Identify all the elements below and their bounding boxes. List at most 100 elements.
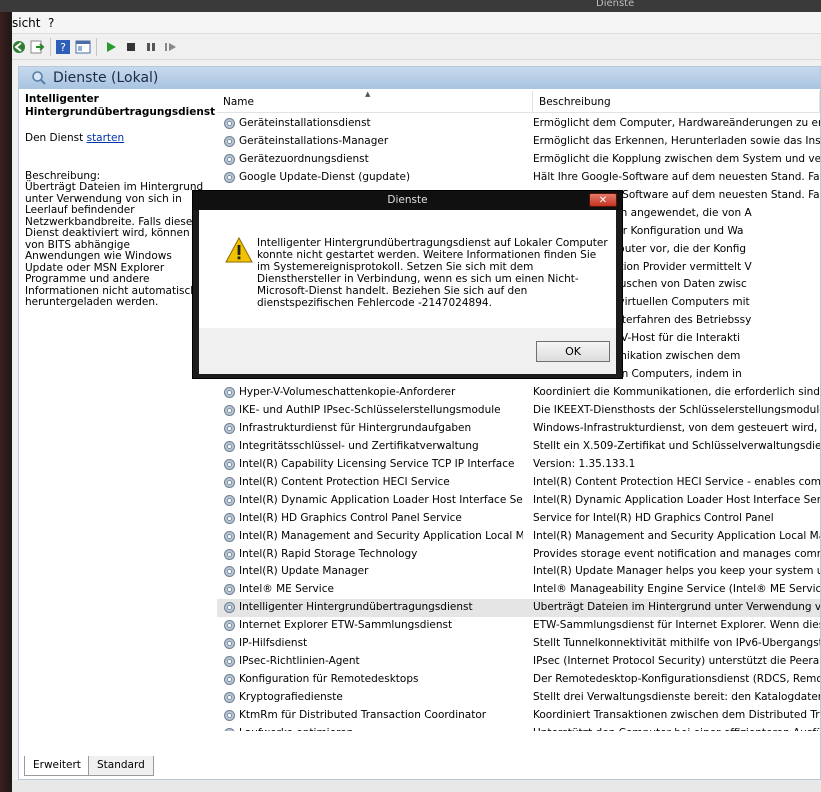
table-row[interactable]: Intel(R) Dynamic Application Loader Host… <box>217 492 820 510</box>
close-icon[interactable]: ✕ <box>589 193 617 207</box>
stop-service-icon[interactable] <box>122 38 140 56</box>
dialog-body: Intelligenter Hintergrundübertragungsdie… <box>199 210 616 328</box>
table-row[interactable]: IPsec-Richtlinien-Agent IPsec (Internet P… <box>217 653 820 671</box>
service-name-cell: KtmRm für Distributed Transaction Coordi… <box>239 708 487 721</box>
service-gear-icon <box>223 494 236 507</box>
properties-icon[interactable] <box>74 38 92 56</box>
service-description-cell: Koordiniert die Kommunikationen, die erf… <box>533 386 820 399</box>
service-name-cell: Intel(R) Rapid Storage Technology <box>239 547 418 560</box>
warning-icon <box>225 236 255 265</box>
ok-button[interactable]: OK <box>536 341 610 362</box>
error-dialog: Dienste ✕ Intelligenter Hintergrundübert… <box>192 190 623 379</box>
service-name-cell: Kryptografiedienste <box>239 691 343 703</box>
service-name-cell: Intel® ME Service <box>239 583 334 596</box>
export-list-icon[interactable] <box>28 38 46 56</box>
dialog-footer: OK <box>199 328 616 374</box>
start-service-icon[interactable] <box>102 38 120 56</box>
service-description-cell: Intel(R) Content Protection HECI Service… <box>533 475 820 488</box>
back-icon[interactable] <box>10 38 28 56</box>
table-row[interactable]: Intelligenter Hintergrundübertragungsdie… <box>217 599 820 618</box>
service-name-cell: Laufwerke optimieren <box>239 727 523 731</box>
service-gear-icon <box>223 476 236 489</box>
restart-service-icon[interactable] <box>162 38 180 56</box>
table-row[interactable]: Geräteinstallationsdienst Ermöglicht dem … <box>217 115 820 133</box>
service-gear-icon <box>223 601 236 614</box>
service-name-cell: Gerätezuordnungsdienst <box>239 152 369 165</box>
table-row[interactable]: Integritätsschlüssel- und Zertifikatverw… <box>217 438 820 456</box>
service-description-cell: Stellt drei Verwaltungsdienste bereit: d… <box>533 691 820 703</box>
service-description-cell: Intel(R) Management and Security Applica… <box>533 529 820 542</box>
start-service-link[interactable]: starten <box>87 132 125 144</box>
table-row[interactable]: Geräteinstallations-Manager Ermöglicht da… <box>217 133 820 151</box>
start-service-line: Den Dienst starten <box>25 132 205 144</box>
service-name-cell: IKE- und AuthIP IPsec-Schlüsselerstellun… <box>239 404 501 416</box>
search-icon <box>31 70 47 86</box>
table-row[interactable]: Infrastrukturdienst für Hintergrundaufga… <box>217 420 820 438</box>
table-row[interactable]: Laufwerke optimieren Unterstützt den Comp… <box>217 725 820 731</box>
table-row[interactable]: Konfiguration für Remotedesktops Der Remo… <box>217 671 820 689</box>
table-row[interactable]: Intel(R) Update Manager Intel(R) Update M… <box>217 563 820 581</box>
help-icon[interactable]: ? <box>54 38 72 56</box>
table-row[interactable]: Google Update-Dienst (gupdate) Hält Ihre … <box>217 169 820 187</box>
service-name-cell: Google Update-Dienst (gupdate) <box>239 170 411 183</box>
service-description-cell: IPsec (Internet Protocol Security) unter… <box>533 655 820 668</box>
service-description-cell: Version: 1.35.133.1 <box>533 457 636 470</box>
services-list: ▲ Name Beschreibung Geräteinstallationsd… <box>217 91 820 731</box>
service-description-cell: Intel® Manageability Engine Service (Int… <box>533 583 820 596</box>
services-panel: Dienste (Lokal) Intelligenter Hintergrun… <box>18 66 821 780</box>
menu-ansicht[interactable]: sicht <box>12 16 41 30</box>
table-row[interactable]: IKE- und AuthIP IPsec-Schlüsselerstellun… <box>217 402 820 420</box>
table-row[interactable]: Intel® ME Service Intel® Manageability En… <box>217 581 820 599</box>
service-gear-icon <box>223 386 236 399</box>
service-gear-icon <box>223 691 236 704</box>
table-row[interactable]: Intel(R) Capability Licensing Service TC… <box>217 456 820 474</box>
pause-service-icon[interactable] <box>142 38 160 56</box>
background-window-caption: Dienste <box>596 0 635 9</box>
table-row[interactable]: IP-Hilfsdienst Stellt Tunnelkonnektivität… <box>217 635 820 653</box>
dialog-message: Intelligenter Hintergrundübertragungsdie… <box>257 237 608 309</box>
service-gear-icon <box>223 458 236 471</box>
service-name-cell: Hyper-V-Volumeschattenkopie-Anforderer <box>239 386 456 399</box>
description-pane: Intelligenter Hintergrundübertragungsdie… <box>25 93 216 733</box>
service-description-cell: Unterstützt den Computer bei einer effiz… <box>533 727 820 731</box>
service-gear-icon <box>223 171 236 184</box>
table-row[interactable]: Intel(R) Rapid Storage Technology Provide… <box>217 546 820 564</box>
service-description-cell: Hält Ihre Google-Software auf dem neuest… <box>533 170 820 183</box>
tab-erweitert[interactable]: Erweitert <box>24 756 90 776</box>
service-name-cell: Intelligenter Hintergrundübertragungsdie… <box>239 601 473 614</box>
service-gear-icon <box>223 673 236 686</box>
service-gear-icon <box>223 404 236 417</box>
table-row[interactable]: Intel(R) Content Protection HECI Service… <box>217 474 820 492</box>
table-row[interactable]: KtmRm für Distributed Transaction Coordi… <box>217 707 820 725</box>
tab-standard[interactable]: Standard <box>88 756 154 776</box>
selected-service-name: Intelligenter Hintergrundübertragungsdie… <box>25 93 216 118</box>
table-row[interactable]: Intel(R) Management and Security Applica… <box>217 528 820 546</box>
service-name-cell: Intel(R) Dynamic Application Loader Host… <box>239 493 523 506</box>
table-row[interactable]: Intel(R) HD Graphics Control Panel Servi… <box>217 510 820 528</box>
service-name-cell: Intel(R) HD Graphics Control Panel Servi… <box>239 511 462 524</box>
service-name-cell: Konfiguration für Remotedesktops <box>239 673 419 686</box>
sort-ascending-icon: ▲ <box>365 91 371 98</box>
service-description-cell: Überträgt Dateien im Hintergrund unter V… <box>533 601 820 614</box>
table-row[interactable]: Internet Explorer ETW-Sammlungsdienst ETW… <box>217 617 820 635</box>
service-gear-icon <box>223 422 236 435</box>
description-text: Überträgt Dateien im Hintergrund unter V… <box>25 181 204 308</box>
service-description-cell: Service for Intel(R) HD Graphics Control… <box>533 511 774 524</box>
dialog-title: Dienste <box>387 194 428 206</box>
service-description-cell: Intel(R) Dynamic Application Loader Host… <box>533 493 820 506</box>
start-prefix: Den Dienst <box>25 132 84 144</box>
service-description-cell: Provides storage event notification and … <box>533 547 820 560</box>
table-row[interactable]: Hyper-V-Volumeschattenkopie-Anforderer Ko… <box>217 384 820 402</box>
table-row[interactable]: Kryptografiedienste Stellt drei Verwaltun… <box>217 689 820 707</box>
service-name-cell: Intel(R) Content Protection HECI Service <box>239 475 450 488</box>
table-row[interactable]: Gerätezuordnungsdienst Ermöglicht die Kop… <box>217 151 820 169</box>
service-gear-icon <box>223 709 236 722</box>
dialog-titlebar: Dienste ✕ <box>193 191 622 210</box>
service-gear-icon <box>223 655 236 668</box>
column-header-description[interactable]: Beschreibung <box>533 91 820 113</box>
services-window: sicht ? ? Dienste (Lokal) Intelligenter … <box>12 12 821 792</box>
column-header-name[interactable]: ▲ Name <box>217 91 533 113</box>
menu-help[interactable]: ? <box>48 16 54 30</box>
service-gear-icon <box>223 153 236 166</box>
service-description-cell: Ermöglicht die Kopplung zwischen dem Sys… <box>533 152 820 165</box>
